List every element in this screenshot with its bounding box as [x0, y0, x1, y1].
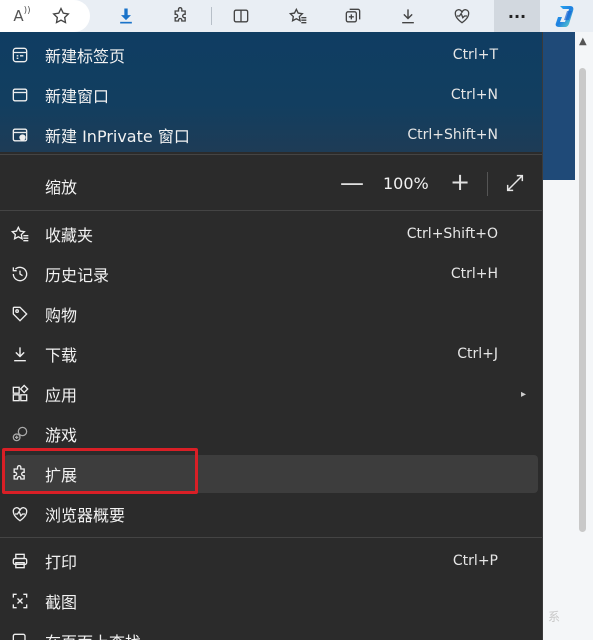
apps-icon: [9, 383, 31, 405]
find-label: 在页面上查找: [45, 629, 141, 640]
menu-item-zoom: 缩放 — 100% +: [0, 164, 542, 204]
menu-item-favorites[interactable]: 收藏夹 Ctrl+Shift+O: [0, 215, 542, 253]
read-aloud-glyph: A: [13, 7, 24, 25]
screenshot-icon: [9, 590, 31, 612]
zoom-value: 100%: [383, 174, 429, 193]
zoom-label: 缩放: [45, 178, 78, 197]
downloads-menu-icon: [9, 343, 31, 365]
zoom-separator: [487, 172, 488, 196]
menu-item-history[interactable]: 历史记录 Ctrl+H: [0, 255, 542, 293]
apps-label: 应用: [45, 386, 78, 405]
history-shortcut: Ctrl+H: [450, 266, 498, 282]
split-screen-icon[interactable]: [228, 0, 254, 32]
collections-icon[interactable]: [340, 0, 366, 32]
menu-divider: [0, 537, 542, 538]
print-label: 打印: [45, 553, 78, 572]
new-inprivate-label: 新建 InPrivate 窗口: [45, 127, 190, 146]
new-window-shortcut: Ctrl+N: [450, 87, 498, 103]
scrollbar-thumb[interactable]: [579, 68, 586, 532]
favorites-shortcut: Ctrl+Shift+O: [406, 226, 498, 242]
zoom-out-button[interactable]: —: [340, 169, 364, 197]
read-aloud-waves: )): [23, 6, 31, 16]
find-icon: [9, 630, 31, 640]
copilot-icon[interactable]: [553, 3, 581, 29]
settings-menu: 新建标签页 Ctrl+T 新建窗口 Ctrl+N 新建 InPrivate 窗口…: [0, 32, 543, 640]
downloads-label: 下载: [45, 346, 78, 365]
history-label: 历史记录: [45, 266, 110, 285]
new-window-icon: [9, 84, 31, 106]
print-shortcut: Ctrl+P: [452, 553, 498, 569]
menu-item-find[interactable]: 在页面上查找: [0, 622, 542, 640]
new-tab-shortcut: Ctrl+T: [452, 47, 498, 63]
shopping-label: 购物: [45, 306, 78, 325]
scroll-up-icon[interactable]: ▲: [579, 36, 587, 47]
screenshot-label: 截图: [45, 593, 78, 612]
menu-item-downloads[interactable]: 下载 Ctrl+J: [0, 335, 542, 373]
favorites-menu-icon: [9, 223, 31, 245]
new-inprivate-shortcut: Ctrl+Shift+N: [407, 127, 498, 143]
more-icon[interactable]: ···: [505, 0, 529, 32]
favorite-star-icon[interactable]: [48, 0, 74, 32]
new-window-label: 新建窗口: [45, 87, 110, 106]
print-icon: [9, 550, 31, 572]
fullscreen-icon[interactable]: [504, 172, 526, 194]
menu-divider: [0, 154, 542, 155]
games-label: 游戏: [45, 426, 78, 445]
new-tab-icon: [9, 44, 31, 66]
zoom-in-button[interactable]: +: [449, 168, 471, 196]
browser-toolbar: A)) ···: [0, 0, 593, 32]
menu-item-new-window[interactable]: 新建窗口 Ctrl+N: [0, 76, 542, 114]
toolbar-separator: [211, 7, 212, 25]
menu-item-screenshot[interactable]: 截图: [0, 582, 542, 620]
history-icon: [9, 263, 31, 285]
browser-essentials-label: 浏览器概要: [45, 506, 126, 525]
menu-item-new-inprivate[interactable]: 新建 InPrivate 窗口 Ctrl+Shift+N: [0, 116, 542, 154]
read-aloud-icon[interactable]: A)): [10, 0, 34, 32]
menu-item-shopping[interactable]: 购物: [0, 295, 542, 333]
menu-item-apps[interactable]: 应用 ▸: [0, 375, 542, 413]
shopping-tag-icon: [9, 303, 31, 325]
highlight-box: [2, 448, 198, 494]
menu-item-print[interactable]: 打印 Ctrl+P: [0, 542, 542, 580]
new-tab-label: 新建标签页: [45, 47, 126, 66]
downloads-shortcut: Ctrl+J: [457, 346, 498, 362]
menu-divider: [0, 210, 542, 211]
favorites-icon[interactable]: [285, 0, 311, 32]
page-faint-label: 系: [548, 610, 561, 624]
downloads-icon[interactable]: [396, 0, 420, 32]
browser-essentials-menu-icon: [9, 503, 31, 525]
games-icon: [9, 423, 31, 445]
menu-item-browser-essentials[interactable]: 浏览器概要: [0, 495, 542, 533]
submenu-arrow-icon: ▸: [520, 388, 526, 400]
inprivate-icon: [9, 124, 31, 146]
download-icon[interactable]: [114, 0, 138, 32]
browser-essentials-icon[interactable]: [449, 0, 475, 32]
menu-item-new-tab[interactable]: 新建标签页 Ctrl+T: [0, 36, 542, 74]
favorites-label: 收藏夹: [45, 226, 94, 245]
extensions-icon[interactable]: [168, 0, 194, 32]
